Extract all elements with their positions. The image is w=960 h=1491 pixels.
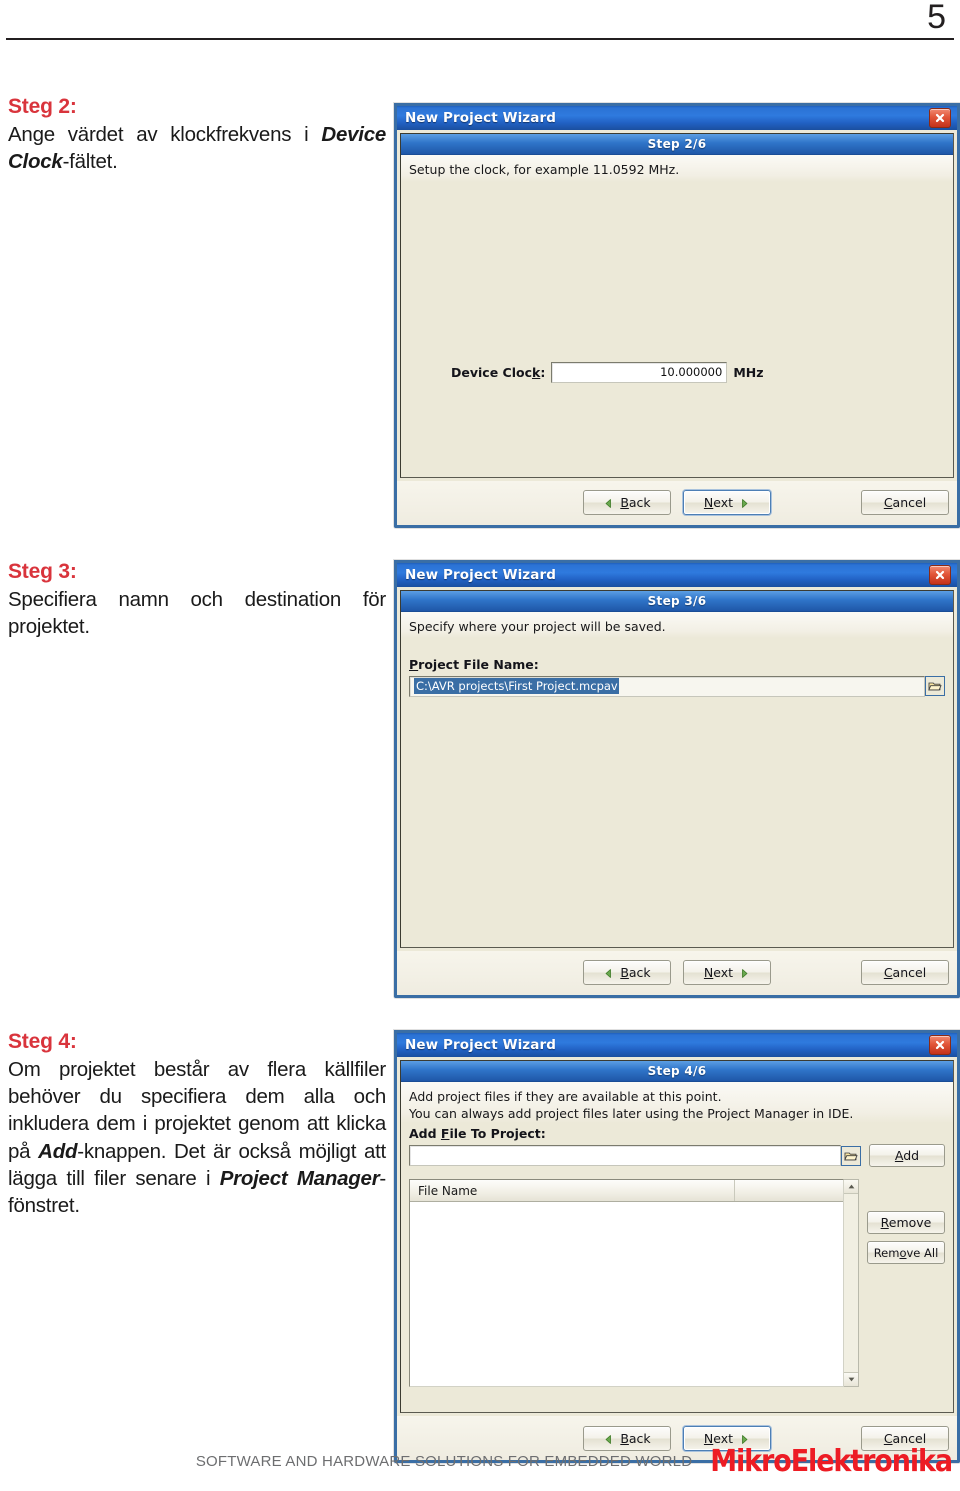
instruction-heading: Steg 4: [8, 1030, 77, 1053]
project-file-name-label: Project File Name: [409, 656, 539, 672]
instruction-heading: Steg 3: [8, 560, 77, 583]
instruction-text: -fältet. [62, 150, 118, 174]
back-button-label: Back [620, 495, 651, 510]
remove-button-label: Remove [880, 1215, 932, 1230]
instruction-block-step-2: Steg 2: Ange värdet av klockfrekvens i D… [8, 95, 386, 175]
dialog-footer: Back Next Cancel [397, 950, 957, 995]
dialog-titlebar: New Project Wizard [397, 103, 957, 130]
add-file-input[interactable] [409, 1145, 841, 1166]
header-divider [6, 37, 954, 40]
dialog-description: Specify where your project will be saved… [401, 612, 953, 638]
scroll-down-icon[interactable] [844, 1372, 858, 1386]
instruction-emphasis: Add [38, 1139, 78, 1163]
dialog-body: Project File Name: C:\AVR projects\First… [401, 657, 953, 947]
arrow-right-icon [739, 967, 750, 978]
device-clock-unit: MHz [733, 364, 764, 380]
remove-all-button-label: Remove All [873, 1245, 939, 1260]
column-header-file-name[interactable]: File Name [410, 1180, 735, 1201]
add-button-label: Add [894, 1148, 920, 1163]
mikroelektronika-logo: MikroElektronika [710, 1444, 953, 1479]
footer-tagline: SOFTWARE AND HARDWARE SOLUTIONS FOR EMBE… [195, 1453, 693, 1470]
file-list-section: File Name Remove Remove All [409, 1179, 945, 1387]
instruction-emphasis: Project Manager [219, 1166, 380, 1190]
dialog-title: New Project Wizard [405, 110, 556, 126]
dialog-title: New Project Wizard [405, 567, 556, 583]
next-button[interactable]: Next [683, 490, 771, 515]
back-button[interactable]: Back [583, 490, 671, 515]
device-clock-row: Device Clock: 10.000000 MHz [451, 361, 764, 383]
new-project-wizard-dialog-step-3: New Project Wizard Step 3/6 Specify wher… [394, 560, 960, 998]
description-line: Add project files if they are available … [409, 1089, 722, 1104]
remove-button[interactable]: Remove [867, 1211, 945, 1234]
description-line: Specify where your project will be saved… [409, 619, 666, 634]
step-indicator: Step 4/6 [401, 1061, 953, 1082]
add-file-row: Add [409, 1144, 945, 1167]
file-list-rows [410, 1202, 843, 1386]
arrow-left-icon [603, 1433, 614, 1444]
instruction-body: Om projektet består av flera källfiler b… [8, 1056, 386, 1220]
next-button[interactable]: Next [683, 960, 771, 985]
project-file-name-row: C:\AVR projects\First Project.mcpav [409, 675, 945, 697]
file-list[interactable]: File Name [409, 1179, 844, 1387]
arrow-right-icon [739, 497, 750, 508]
step-indicator: Step 2/6 [401, 134, 953, 155]
page-number: 5 [927, 0, 946, 36]
close-icon[interactable] [929, 108, 951, 128]
device-clock-value: 10.000000 [660, 365, 723, 379]
dialog-client-area: Step 2/6 Setup the clock, for example 11… [400, 133, 954, 478]
description-line: Setup the clock, for example 11.0592 MHz… [409, 162, 680, 177]
file-list-scrollbar[interactable] [844, 1179, 859, 1387]
page-footer: SOFTWARE AND HARDWARE SOLUTIONS FOR EMBE… [0, 1444, 960, 1479]
instruction-text: Ange värdet av klockfrekvens i [8, 122, 322, 146]
instruction-heading: Steg 2: [8, 95, 77, 118]
dialog-body: Add File To Project: Add File Name Remov… [401, 1126, 953, 1412]
dialog-body: Device Clock: 10.000000 MHz [401, 182, 953, 477]
dialog-title: New Project Wizard [405, 1037, 556, 1053]
scroll-up-icon[interactable] [844, 1180, 858, 1194]
device-clock-label: Device Clock: [451, 364, 546, 380]
add-file-label: Add File To Project: [409, 1126, 546, 1141]
arrow-left-icon [603, 967, 614, 978]
instruction-block-step-4: Steg 4: Om projektet består av flera käl… [8, 1030, 386, 1219]
new-project-wizard-dialog-step-2: New Project Wizard Step 2/6 Setup the cl… [394, 103, 960, 528]
arrow-left-icon [603, 497, 614, 508]
dialog-client-area: Step 3/6 Specify where your project will… [400, 590, 954, 948]
close-icon[interactable] [929, 565, 951, 585]
step-indicator: Step 3/6 [401, 591, 953, 612]
cancel-button[interactable]: Cancel [861, 490, 949, 515]
cancel-button-label: Cancel [883, 495, 927, 510]
dialog-footer: Back Next Cancel [397, 480, 957, 525]
dialog-titlebar: New Project Wizard [397, 560, 957, 587]
add-button[interactable]: Add [869, 1144, 945, 1167]
instruction-block-step-3: Steg 3: Specifiera namn och destination … [8, 560, 386, 640]
project-file-name-value: C:\AVR projects\First Project.mcpav [414, 678, 619, 694]
folder-open-icon[interactable] [841, 1145, 861, 1166]
instruction-body: Ange värdet av klockfrekvens i Device Cl… [8, 121, 386, 176]
back-button-label: Back [620, 1430, 651, 1446]
file-list-header: File Name [410, 1180, 843, 1202]
project-file-name-input[interactable]: C:\AVR projects\First Project.mcpav [409, 675, 925, 697]
dialog-description: Setup the clock, for example 11.0592 MHz… [401, 155, 953, 182]
folder-open-icon[interactable] [925, 676, 945, 696]
new-project-wizard-dialog-step-4: New Project Wizard Step 4/6 Add project … [394, 1030, 960, 1463]
back-button[interactable]: Back [583, 960, 671, 985]
dialog-client-area: Step 4/6 Add project files if they are a… [400, 1060, 954, 1413]
arrow-right-icon [739, 1433, 750, 1444]
cancel-button-label: Cancel [883, 965, 927, 980]
back-button-label: Back [620, 965, 651, 980]
cancel-button[interactable]: Cancel [861, 960, 949, 985]
dialog-titlebar: New Project Wizard [397, 1030, 957, 1057]
dialog-description: Add project files if they are available … [401, 1082, 953, 1123]
description-line: You can always add project files later u… [409, 1105, 854, 1121]
file-list-side-buttons: Remove Remove All [867, 1179, 945, 1387]
remove-all-button[interactable]: Remove All [867, 1241, 945, 1264]
instruction-body: Specifiera namn och destination för proj… [8, 587, 386, 639]
next-button-label: Next [703, 495, 734, 510]
column-header-blank[interactable] [735, 1180, 843, 1201]
device-clock-input[interactable]: 10.000000 [551, 361, 728, 383]
close-icon[interactable] [929, 1035, 951, 1055]
next-button-label: Next [703, 965, 734, 980]
